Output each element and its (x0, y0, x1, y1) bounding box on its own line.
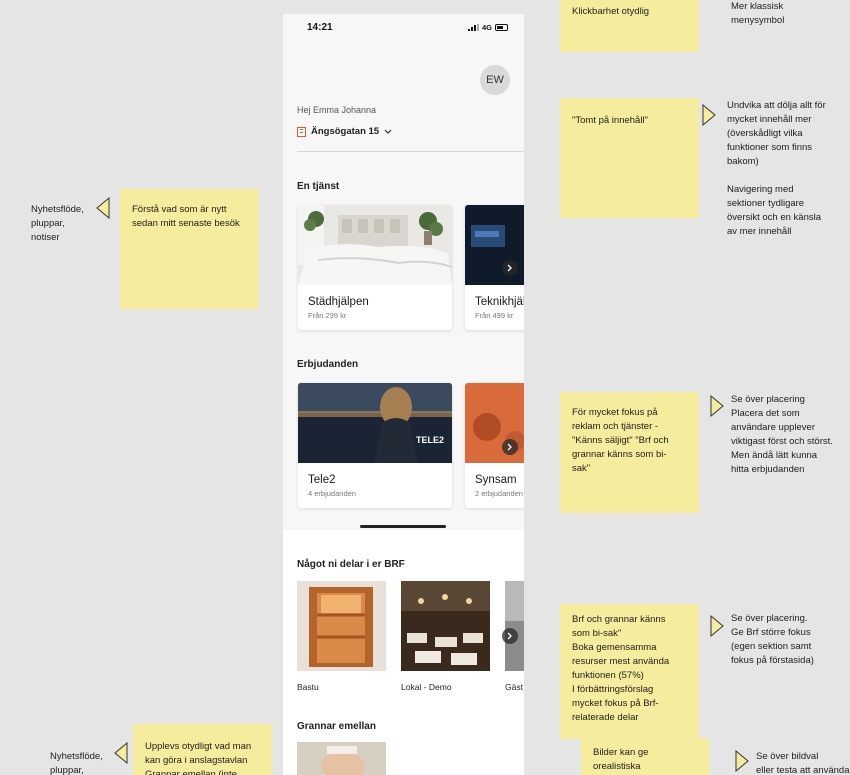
service-title: Städhjälpen (308, 296, 369, 308)
status-icons: 4G (467, 23, 508, 32)
note-empty-content: Undvika att dölja allt för mycket innehå… (727, 100, 826, 237)
triangle-marker (710, 615, 724, 637)
building-icon (297, 126, 306, 137)
shared-resource-image[interactable] (401, 581, 490, 671)
carousel-next-button[interactable] (502, 628, 518, 644)
service-card[interactable]: Städhjälpen Från 299 kr (298, 205, 452, 330)
network-label: 4G (481, 23, 492, 32)
status-time: 14:21 (307, 22, 333, 33)
offer-title: Synsam (475, 474, 517, 486)
hands-image (297, 742, 386, 775)
note-news: Nyhetsflöde, pluppar, notiser (31, 204, 84, 243)
offer-count: 4 erbjudanden (308, 489, 356, 498)
phone-screen: 14:21 4G EW Hej Emma Johanna Ängsögatan … (283, 14, 524, 775)
note-images: Se över bildval eller testa att använda (756, 751, 850, 775)
service-image (298, 205, 452, 285)
shared-resource-image[interactable] (297, 581, 386, 671)
status-bar: 14:21 4G (283, 14, 524, 40)
chevron-down-icon (384, 129, 392, 134)
venue-image (401, 581, 490, 671)
address-selector[interactable]: Ängsögatan 15 (297, 126, 392, 137)
avatar[interactable]: EW (480, 65, 510, 95)
sticky-empty-content: "Tomt på innehåll" (560, 98, 699, 218)
service-title: Teknikhjälp (475, 296, 524, 308)
sauna-image (297, 581, 386, 671)
battery-icon (495, 24, 508, 31)
neighbours-post-image[interactable] (297, 742, 386, 775)
offer-image: TELE2 (298, 383, 452, 463)
triangle-marker (702, 104, 716, 126)
chevron-right-icon (507, 264, 512, 272)
service-price: Från 299 kr (308, 311, 347, 320)
shared-resource-image[interactable] (505, 581, 524, 671)
section-title-offers: Erbjudanden (297, 359, 359, 370)
sticky-clickability: Klickbarhet otydlig (560, 0, 699, 52)
section-title-neighbours: Grannar emellan (297, 721, 376, 732)
offer-count: 2 erbjudanden (475, 489, 523, 498)
triangle-marker (735, 750, 749, 772)
note-board: Nyhetsflöde, pluppar, (50, 751, 103, 775)
chevron-right-icon (507, 632, 512, 640)
sticky-ads: För mycket fokus på reklam och tjänster … (560, 392, 699, 513)
note-brf: Se över placering. Ge Brf större fokus (… (731, 613, 814, 666)
note-menu-symbol: Mer klassisk menysymbol (731, 1, 785, 26)
sticky-news: Förstå vad som är nytt sedan mitt senast… (120, 189, 259, 309)
shared-resource-label: Lokal - Demo (401, 682, 452, 692)
offer-card[interactable]: TELE2 Tele2 4 erbjudanden (298, 383, 452, 508)
address-label: Ängsögatan 15 (311, 126, 380, 137)
shared-resource-label: Gäst (505, 682, 523, 692)
section-title-service: En tjänst (297, 181, 340, 192)
sticky-board: Upplevs otydligt vad man kan göra i ansl… (133, 724, 272, 775)
sticky-images: Bilder kan ge orealistiska förväntningar… (581, 738, 709, 775)
carousel-next-button[interactable] (502, 260, 518, 276)
offer-title: Tele2 (308, 474, 336, 486)
signal-icon (467, 24, 479, 31)
chevron-right-icon (507, 443, 512, 451)
guest-image (505, 581, 524, 671)
shared-resource-label: Bastu (297, 682, 319, 692)
offer-logo: TELE2 (416, 435, 444, 445)
sheet-grabber[interactable] (360, 525, 446, 528)
note-ads: Se över placering Placera det som använd… (731, 394, 833, 475)
service-price: Från 499 kr (475, 311, 514, 320)
sticky-brf: Brf och grannar känns som bi-sak" Boka g… (560, 604, 699, 739)
greeting: Hej Emma Johanna (297, 105, 377, 115)
section-title-shared: Något ni delar i er BRF (297, 559, 405, 570)
divider (297, 151, 524, 152)
triangle-marker (710, 395, 724, 417)
carousel-next-button[interactable] (502, 439, 518, 455)
